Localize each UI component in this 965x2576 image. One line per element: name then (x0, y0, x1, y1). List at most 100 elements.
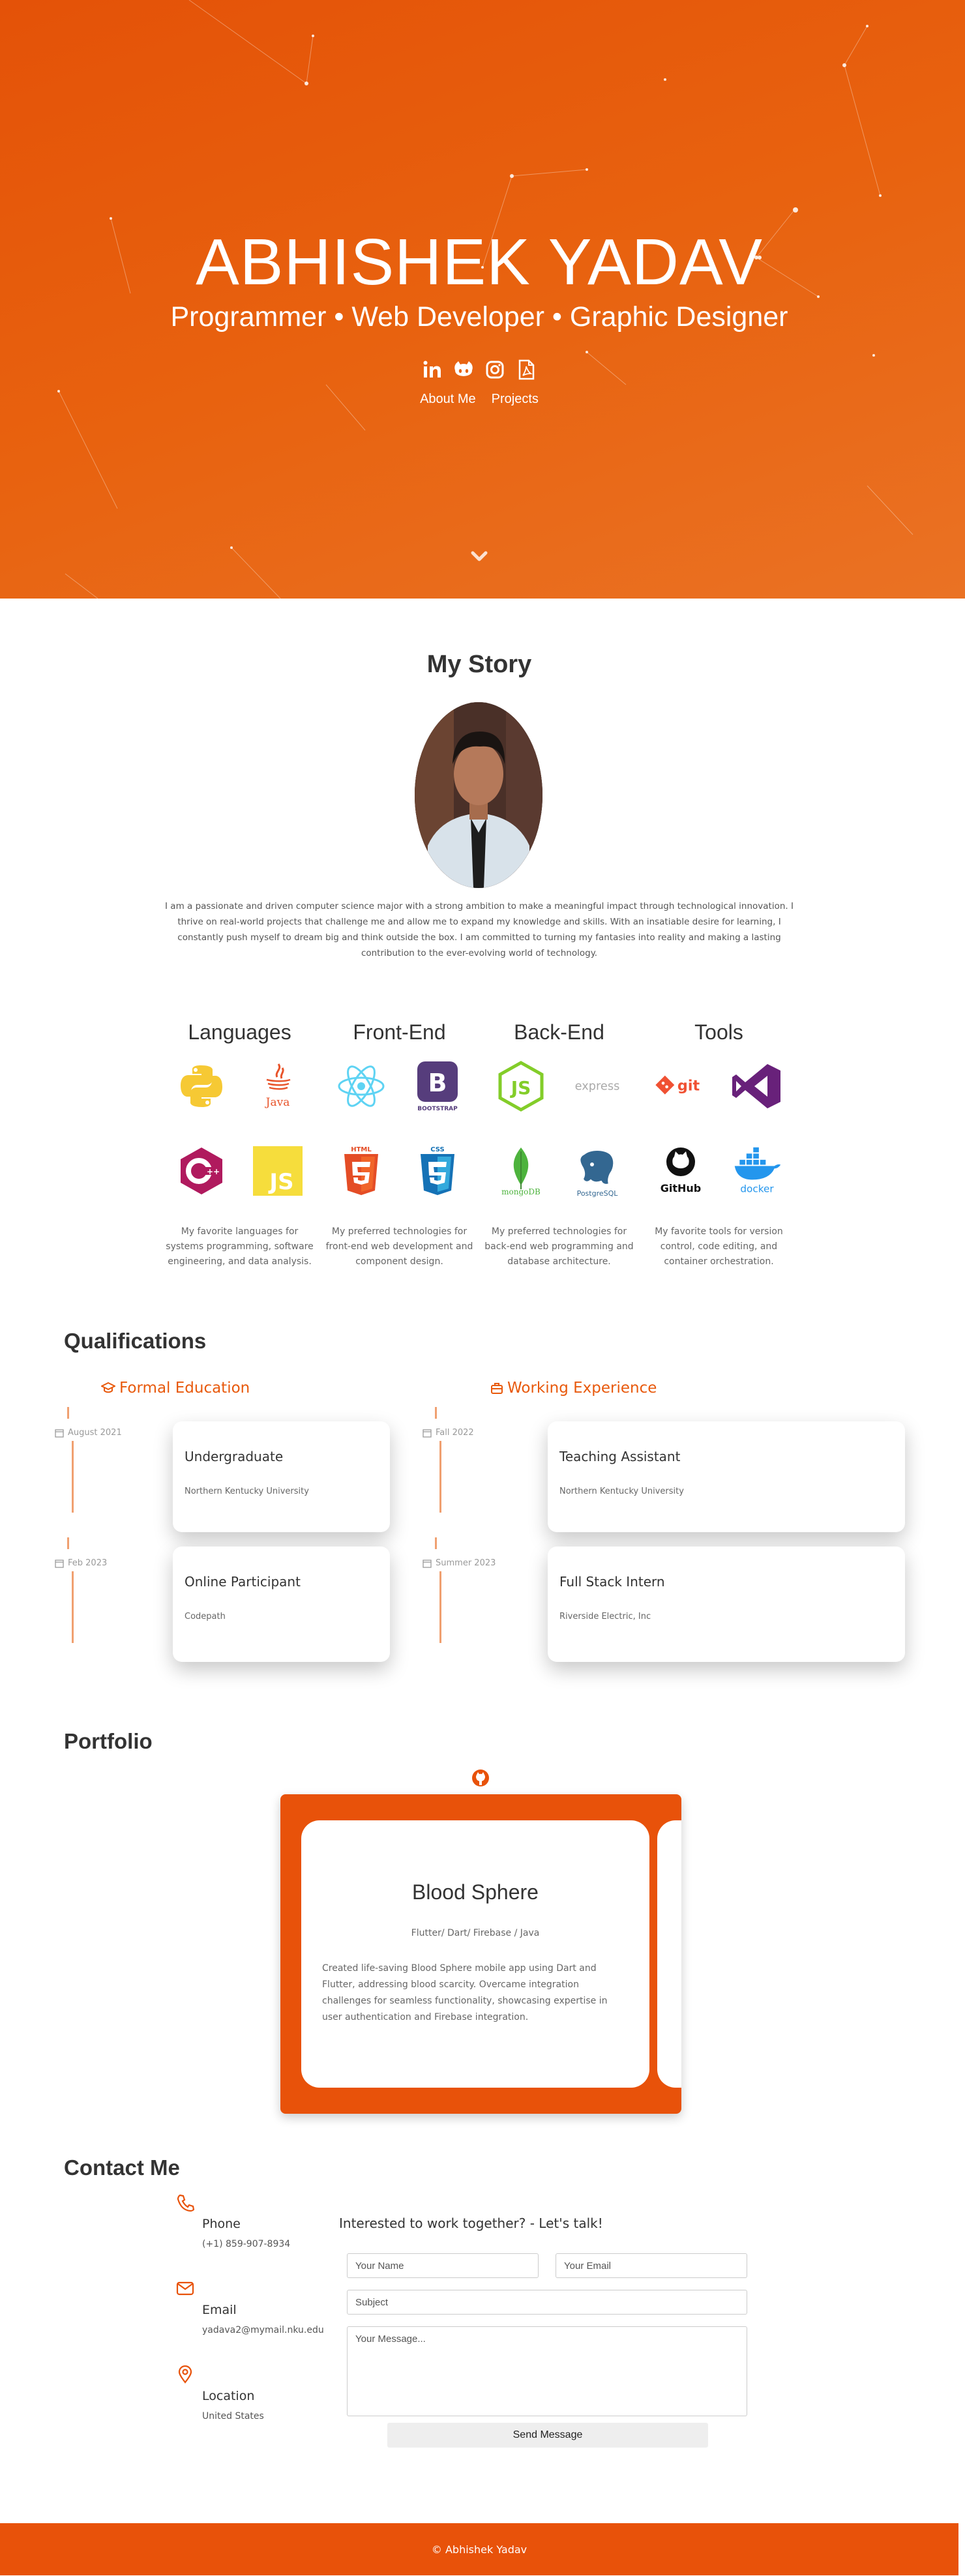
contact-phone: Phone (+1) 859-907-8934 (176, 2193, 346, 2249)
svg-text:JS: JS (509, 1077, 531, 1099)
bootstrap-text: BOOTSTRAP (418, 1106, 458, 1112)
send-message-button[interactable]: Send Message (387, 2423, 708, 2448)
location-value: United States (202, 2411, 264, 2421)
name-input[interactable]: Your Name (347, 2253, 539, 2278)
timeline-card: Undergraduate Northern Kentucky Universi… (173, 1421, 390, 1532)
timeline-card: Teaching Assistant Northern Kentucky Uni… (548, 1421, 905, 1532)
chevron-down-icon[interactable] (466, 546, 492, 566)
envelope-icon (176, 2281, 194, 2296)
contact-email: Email yadava2@mymail.nku.edu (176, 2279, 346, 2335)
nav-projects[interactable]: Projects (492, 392, 539, 407)
calendar-icon (55, 1559, 64, 1568)
skill-column-languages: Languages Java ++ JS My favorite languag… (163, 1020, 316, 1269)
project-description: Created life-saving Blood Sphere mobile … (322, 1963, 608, 2022)
footer-copyright: © Abhishek Yadav (431, 2543, 527, 2556)
github-text: GitHub (661, 1182, 702, 1194)
html5-logo: HTML (335, 1145, 387, 1197)
calendar-icon (423, 1559, 432, 1568)
express-logo: express (571, 1060, 623, 1112)
skill-column-front-end: Front-End B BOOTSTRAP HTML CSS My preferr… (323, 1020, 476, 1269)
card-title: Full Stack Intern (559, 1574, 665, 1590)
skill-description: My favorite languages for systems progra… (166, 1226, 314, 1267)
formal-education-heading: Formal Education (101, 1380, 250, 1397)
card-organization: Codepath (185, 1612, 226, 1621)
timeline-date: August 2021 (55, 1428, 122, 1438)
hero-subtitle: Programmer • Web Developer • Graphic Des… (170, 301, 788, 333)
skill-title: Front-End (353, 1020, 446, 1044)
briefcase-icon (491, 1383, 503, 1394)
card-organization: Northern Kentucky University (559, 1487, 684, 1496)
github-icon[interactable] (453, 359, 475, 381)
calendar-icon (55, 1429, 64, 1438)
html-text: HTML (351, 1146, 372, 1153)
timeline-line (439, 1441, 441, 1513)
python-logo (175, 1060, 228, 1112)
svg-text:B: B (428, 1069, 447, 1097)
profile-photo (415, 702, 542, 888)
skill-description: My preferred technologies for back-end w… (484, 1226, 634, 1267)
email-input[interactable]: Your Email (556, 2253, 747, 2278)
github-icon[interactable] (471, 1768, 490, 1788)
timeline-line (72, 1571, 74, 1643)
message-textarea[interactable]: Your Message... (347, 2326, 747, 2416)
portfolio-carousel: Blood Sphere Flutter/ Dart/ Firebase / J… (280, 1794, 681, 2114)
hero-section: ABHISHEK YADAV Programmer • Web Develope… (0, 0, 965, 599)
card-title: Online Participant (185, 1574, 301, 1590)
java-text: Java (265, 1096, 290, 1109)
timeline-line (439, 1571, 441, 1643)
contact-location: Location United States (176, 2365, 346, 2421)
css-text: CSS (431, 1146, 445, 1153)
bootstrap-logo: B BOOTSTRAP (411, 1060, 464, 1112)
graduation-cap-icon (101, 1382, 115, 1393)
timeline-line (435, 1407, 437, 1419)
skill-title: Tools (694, 1020, 743, 1044)
footer: © Abhishek Yadav (0, 2523, 958, 2575)
card-organization: Riverside Electric, Inc (559, 1612, 651, 1621)
calendar-icon (423, 1429, 432, 1438)
email-value[interactable]: yadava2@mymail.nku.edu (202, 2325, 324, 2335)
timeline-date: Summer 2023 (423, 1558, 496, 1568)
education-label: Formal Education (119, 1380, 250, 1397)
card-title: Undergraduate (185, 1449, 284, 1464)
phone-value: (+1) 859-907-8934 (202, 2239, 291, 2249)
skill-description: My favorite tools for version control, c… (655, 1226, 783, 1267)
timeline-card: Online Participant Codepath (173, 1547, 390, 1662)
next-project-card[interactable] (657, 1820, 681, 2088)
skill-column-tools: Tools git GitHub docker My favorite tool… (642, 1020, 795, 1269)
javascript-logo: JS (252, 1145, 304, 1197)
email-label: Email (202, 2303, 237, 2317)
project-title: Blood Sphere (412, 1880, 539, 1904)
timeline-date: Feb 2023 (55, 1558, 107, 1568)
express-text: express (575, 1080, 620, 1093)
docker-logo: docker (731, 1145, 783, 1197)
subject-input[interactable]: Subject (347, 2290, 747, 2315)
location-label: Location (202, 2389, 255, 2403)
skills-grid: Languages Java ++ JS My favorite languag… (163, 1020, 795, 1269)
qualifications-title: Qualifications (64, 1329, 207, 1353)
git-text: git (677, 1078, 700, 1095)
page: ABHISHEK YADAV Programmer • Web Develope… (0, 0, 965, 2576)
linkedin-icon[interactable] (421, 359, 443, 381)
portfolio-title: Portfolio (64, 1729, 153, 1753)
project-card[interactable]: Blood Sphere Flutter/ Dart/ Firebase / J… (301, 1820, 649, 2088)
story-text: I am a passionate and driven computer sc… (165, 901, 794, 958)
timeline-date: Fall 2022 (423, 1428, 474, 1438)
docker-text: docker (741, 1183, 775, 1194)
nodejs-logo: JS (495, 1060, 547, 1112)
mongodb-logo: mongoDB (495, 1145, 547, 1197)
svg-text:++: ++ (207, 1167, 220, 1176)
map-pin-icon (178, 2365, 192, 2384)
cpp-logo: ++ (175, 1145, 228, 1197)
timeline-card: Full Stack Intern Riverside Electric, In… (548, 1547, 905, 1662)
visual-studio-logo (731, 1060, 783, 1112)
card-title: Teaching Assistant (559, 1449, 681, 1464)
hero-name: ABHISHEK YADAV (196, 226, 763, 299)
instagram-icon[interactable] (484, 359, 506, 381)
nav-about-me[interactable]: About Me (420, 392, 476, 407)
java-logo: Java (252, 1060, 304, 1112)
git-logo: git (655, 1060, 707, 1112)
contact-title: Contact Me (64, 2155, 180, 2180)
pdf-resume-icon[interactable] (515, 359, 537, 381)
js-text: JS (269, 1169, 294, 1195)
github-logo: GitHub (655, 1145, 707, 1197)
